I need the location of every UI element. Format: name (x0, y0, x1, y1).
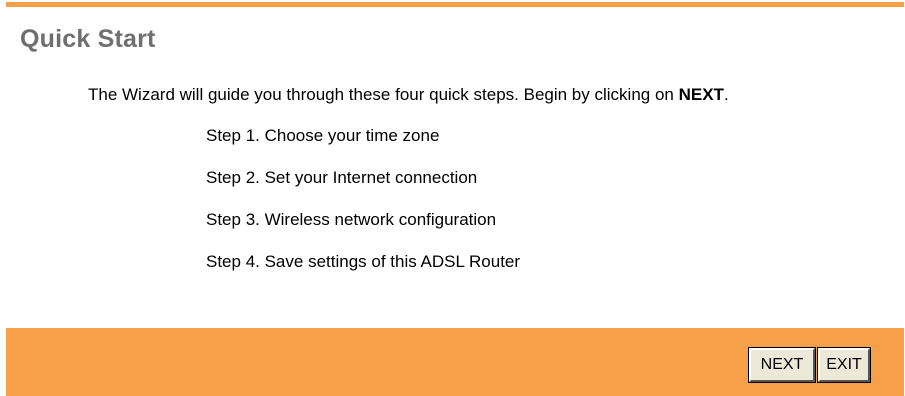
intro-text-body: The Wizard will guide you through these … (88, 85, 679, 104)
intro-next-emphasis: NEXT (678, 85, 724, 104)
intro-text-end: . (723, 85, 729, 104)
quick-start-panel: Quick Start The Wizard will guide you th… (6, 0, 904, 396)
page-title: Quick Start (20, 25, 156, 53)
step-item: Step 2. Set your Internet connection (206, 168, 478, 187)
exit-button[interactable]: EXIT (817, 347, 871, 383)
steps-list: Step 1. Choose your time zone Step 2. Se… (206, 125, 520, 293)
intro-text: The Wizard will guide you through these … (88, 85, 729, 105)
step-item: Step 4. Save settings of this ADSL Route… (206, 252, 521, 271)
step-item: Step 3. Wireless network configuration (206, 210, 497, 229)
step-item: Step 1. Choose your time zone (206, 126, 440, 145)
next-button[interactable]: NEXT (748, 347, 816, 383)
button-bar: NEXT EXIT (6, 328, 904, 396)
top-accent-bar (6, 2, 904, 7)
